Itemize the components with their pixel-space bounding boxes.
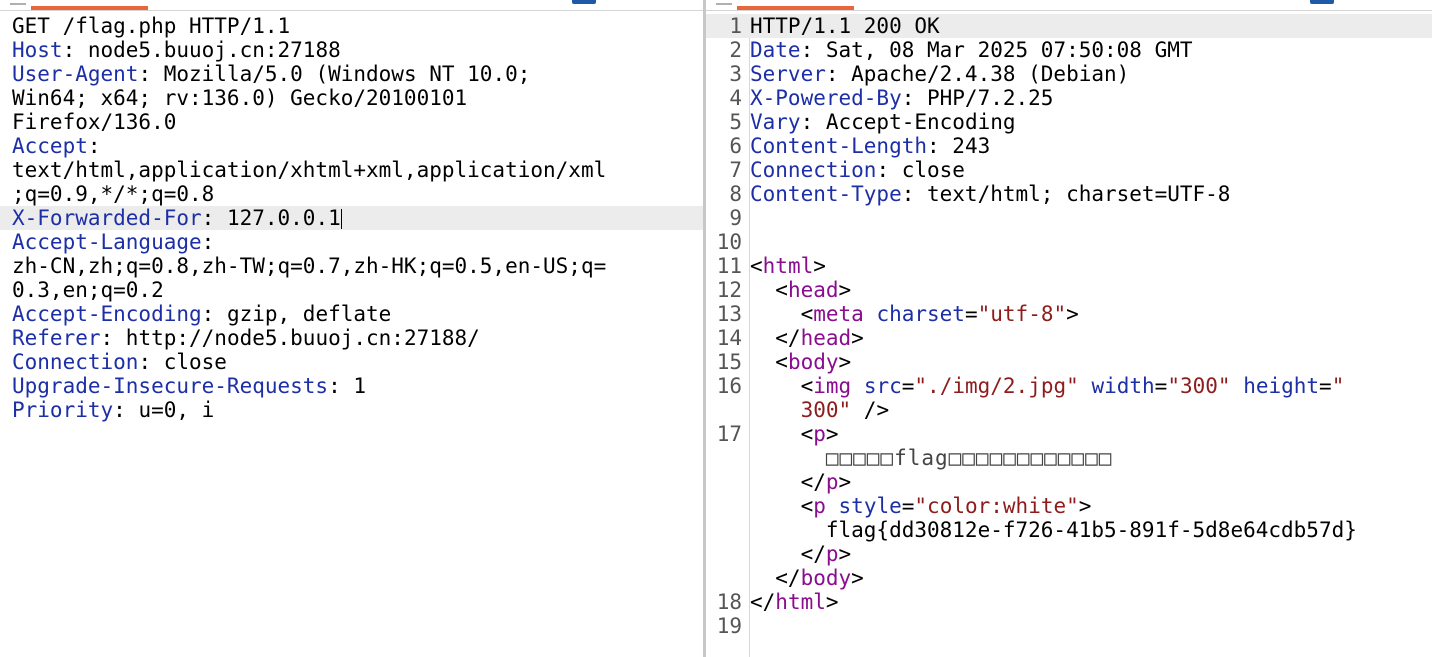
response-tab-strip [706,0,1432,11]
request-tab-strip [0,0,703,11]
request-line: Connection: close [12,350,227,374]
response-flag-line: flag{dd30812e-f726-41b5-891f-5d8e64cdb57… [825,518,1357,542]
request-line: GET /flag.php HTTP/1.1 [12,14,291,38]
response-line-wrap: 300" /> [800,398,890,422]
response-line-wrap: </p> [750,542,852,566]
response-line: 4 X-Powered-By: PHP/7.2.25 [729,86,1054,110]
response-line: 12 <head> [716,278,852,302]
request-line: 0.3,en;q=0.2 [12,278,164,302]
response-line: 2 Date: Sat, 08 Mar 2025 07:50:08 GMT [729,38,1193,62]
request-raw-text[interactable]: GET /flag.php HTTP/1.1 Host: node5.buuoj… [0,14,703,422]
request-line-current: X-Forwarded-For: 127.0.0.1 [0,206,703,230]
request-line: Upgrade-Insecure-Requests: 1 [12,374,367,398]
request-editor-pane[interactable]: GET /flag.php HTTP/1.1 Host: node5.buuoj… [0,0,703,657]
request-line: zh-CN,zh;q=0.8,zh-TW;q=0.7,zh-HK;q=0.5,e… [12,254,607,278]
response-line: 3 Server: Apache/2.4.38 (Debian) [729,62,1130,86]
request-active-tab-indicator[interactable] [31,6,148,10]
response-line: 5 Vary: Accept-Encoding [729,110,1016,134]
request-line: Host: node5.buuoj.cn:27188 [12,38,341,62]
response-view-toggle-icon[interactable] [1310,0,1334,4]
response-line-wrap: </body> [750,566,864,590]
request-line: text/html,application/xhtml+xml,applicat… [12,158,607,182]
request-tab-stub[interactable] [0,0,30,6]
response-viewer-pane[interactable]: 1 HTTP/1.1 200 OK 2 Date: Sat, 08 Mar 2025… [706,0,1432,657]
request-line: Referer: http://node5.buuoj.cn:27188/ [12,326,480,350]
response-line: 13 <meta charset="utf-8"> [716,302,1079,326]
request-line: User-Agent: Mozilla/5.0 (Windows NT 10.0… [12,62,531,86]
request-line: Priority: u=0, i [12,398,215,422]
response-active-tab-indicator[interactable] [737,6,854,10]
request-line: Accept-Encoding: gzip, deflate [12,302,392,326]
response-line: 11 <html> [716,254,826,278]
response-line: 17 <p> [716,422,839,446]
request-line: Accept-Language: [12,230,215,254]
response-line: 16 <img src="./img/2.jpg" width="300" he… [716,374,1345,398]
request-line: ;q=0.9,*/*;q=0.8 [12,182,215,206]
response-line-wrap: <p style="color:white"> [750,494,1092,518]
response-line: 6 Content-Length: 243 [729,134,991,158]
response-tab-stub[interactable] [706,0,736,6]
response-line: 8 Content-Type: text/html; charset=UTF-8 [729,182,1231,206]
response-raw-text[interactable]: 1 HTTP/1.1 200 OK 2 Date: Sat, 08 Mar 2025… [706,14,1432,638]
response-line: 1 HTTP/1.1 200 OK [706,14,1432,38]
response-line: 9 [729,206,742,230]
response-line: 10 [716,230,742,254]
response-line: 19 [716,614,742,638]
text-cursor [340,209,342,229]
request-view-toggle-icon[interactable] [572,0,596,4]
response-line-wrap: </p> [750,470,852,494]
response-line: 18 </html> [716,590,839,614]
request-line: Win64; x64; rv:136.0) Gecko/20100101 [12,86,468,110]
response-line-wrap: □□□□□flag□□□□□□□□□□□□ [825,446,1113,470]
response-line: 15 <body> [716,350,852,374]
request-line: Accept: [12,134,101,158]
response-line: 14 </head> [716,326,864,350]
response-line: 7 Connection: close [729,158,965,182]
request-line: Firefox/136.0 [12,110,177,134]
